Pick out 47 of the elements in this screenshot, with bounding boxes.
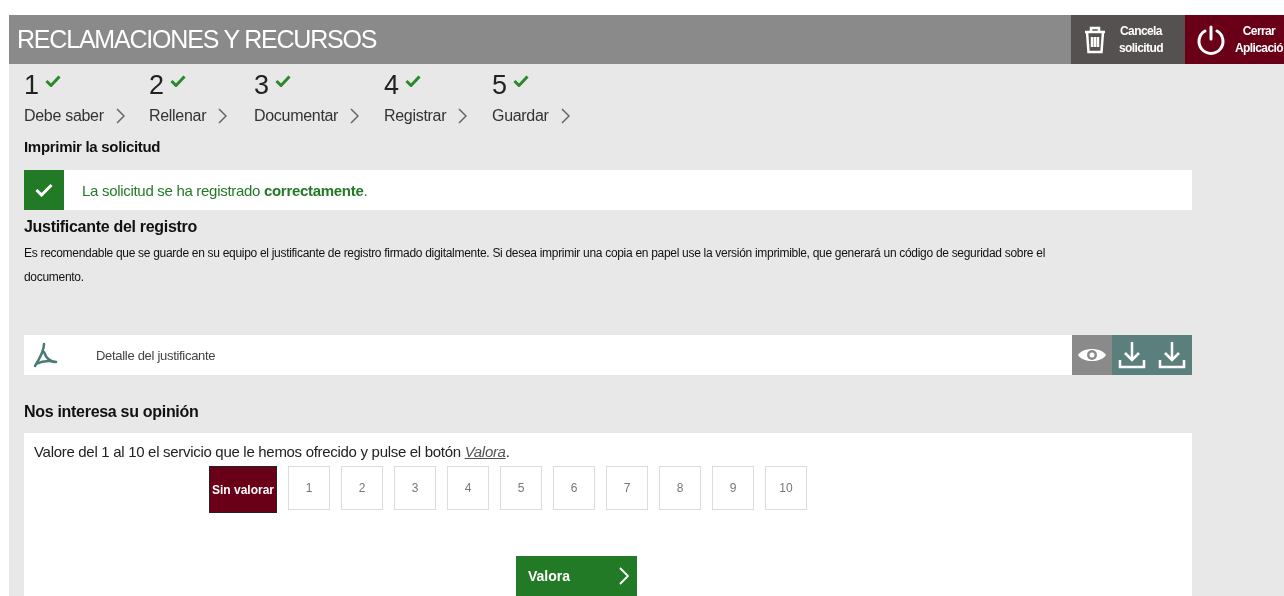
step-label[interactable]: Debe saber <box>24 107 104 125</box>
step-number: 3 <box>254 69 269 101</box>
section-title: Justificante del registro <box>24 218 198 236</box>
rating-option[interactable]: 6 <box>553 466 595 510</box>
rating-option[interactable]: 10 <box>765 466 807 510</box>
rating-option[interactable]: 7 <box>606 466 648 510</box>
download-icon <box>1157 340 1187 370</box>
valora-link[interactable]: Valora <box>464 443 506 460</box>
trash-icon <box>1083 25 1107 54</box>
document-name: Detalle del justificante <box>96 347 217 363</box>
cancel-request-button[interactable]: Cancela solicitud <box>1071 15 1185 64</box>
rating-option[interactable]: 5 <box>500 466 542 510</box>
rating-option[interactable]: 9 <box>712 466 754 510</box>
close-app-button[interactable]: Cerrar Aplicació <box>1185 15 1284 64</box>
power-icon <box>1195 23 1227 56</box>
rating-option[interactable]: 1 <box>288 466 330 510</box>
step-number: 4 <box>384 69 399 101</box>
download-button[interactable] <box>1152 335 1192 375</box>
rating-option[interactable]: 2 <box>341 466 383 510</box>
receipt-description: Es recomendable que se guarde en su equipo el justificante de registro firmado digitalmente. Si desea imprimir una copia en papel use la versión imprimible, que generará un código de seguridad sobre el documento. <box>24 245 1046 286</box>
rating-option[interactable]: Sin valorar <box>209 466 277 513</box>
chevron-right-icon <box>458 108 468 124</box>
section-title: Imprimir la solicitud <box>24 138 162 157</box>
rating-instruction: Valore del 1 al 10 el servicio que le hemos ofrecido y pulse el botón Valora. <box>34 443 511 460</box>
step-label[interactable]: Guardar <box>492 107 549 125</box>
submit-button[interactable]: Valora <box>516 556 637 596</box>
step-number: 2 <box>149 69 164 101</box>
chevron-right-icon <box>218 108 228 124</box>
page-title: RECLAMACIONES Y RECURSOS <box>16 25 377 54</box>
step-label[interactable]: Registrar <box>384 107 447 125</box>
chevron-right-icon <box>115 108 125 124</box>
chevron-right-icon <box>619 567 629 585</box>
download-icon <box>1117 340 1147 370</box>
download-button[interactable] <box>1112 335 1152 375</box>
view-button[interactable] <box>1072 335 1112 375</box>
step-label[interactable]: Documentar <box>254 107 339 125</box>
chevron-right-icon <box>350 108 360 124</box>
rating-option[interactable]: 4 <box>447 466 489 510</box>
success-message: La solicitud se ha registrado correctamente. <box>82 181 368 199</box>
rating-option[interactable]: 8 <box>659 466 701 510</box>
chevron-right-icon <box>560 108 570 124</box>
section-title: Nos interesa su opinión <box>24 403 200 422</box>
pdf-icon <box>32 342 58 368</box>
rating-option[interactable]: 3 <box>394 466 436 510</box>
step-number: 5 <box>492 69 507 101</box>
step-label[interactable]: Rellenar <box>149 107 207 125</box>
step-number: 1 <box>24 69 39 101</box>
